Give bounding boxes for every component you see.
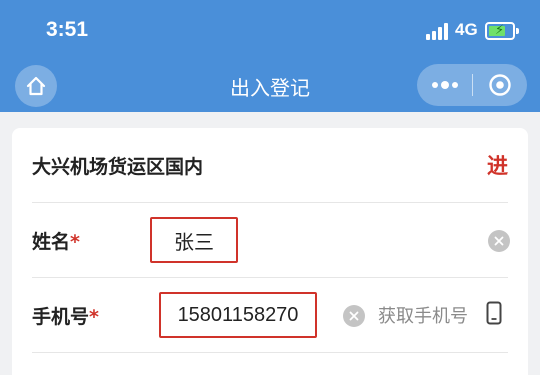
close-miniprogram-button[interactable]	[473, 64, 527, 106]
more-icon	[431, 81, 458, 89]
phone-row: 手机号* 15801158270 获取手机号	[12, 278, 528, 353]
status-bar: 3:51 4G ⚡	[0, 0, 540, 60]
phone-label: 手机号*	[32, 306, 99, 328]
target-icon	[489, 74, 511, 96]
required-mark: *	[70, 231, 80, 253]
location-label: 大兴机场货运区国内	[32, 156, 204, 178]
phone-input[interactable]: 15801158270	[159, 292, 317, 338]
battery-icon: ⚡	[485, 22, 519, 40]
mini-program-capsule	[417, 64, 527, 106]
name-label: 姓名*	[32, 231, 80, 253]
get-phone-number-button[interactable]: 获取手机号	[378, 302, 468, 328]
network-type: 4G	[455, 20, 478, 39]
direction-indicator[interactable]: 进	[487, 150, 508, 180]
status-time: 3:51	[46, 18, 89, 41]
more-button[interactable]	[417, 64, 472, 106]
nav-bar: 出入登记	[0, 60, 540, 112]
name-input[interactable]: 张三	[150, 217, 238, 263]
clear-name-icon[interactable]	[488, 230, 510, 252]
location-row: 大兴机场货运区国内 进	[12, 128, 528, 203]
name-row: 姓名* 张三	[12, 203, 528, 278]
signal-icon	[426, 22, 452, 40]
clear-phone-icon[interactable]	[343, 305, 365, 327]
divider	[32, 352, 508, 353]
required-mark: *	[89, 306, 99, 328]
mobile-phone-icon[interactable]	[486, 301, 502, 325]
registration-form-card: 大兴机场货运区国内 进 姓名* 张三 手机号* 15801158270 获取手机…	[12, 128, 528, 375]
